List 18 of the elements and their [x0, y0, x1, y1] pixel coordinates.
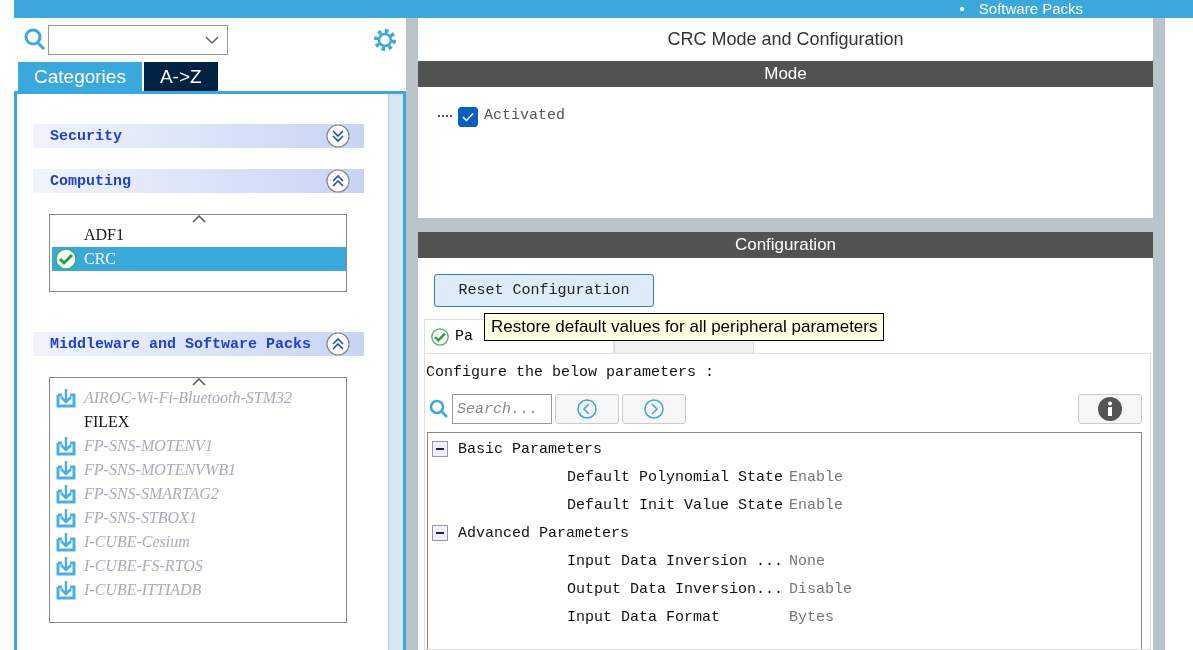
category-title: Security: [50, 127, 122, 145]
checkbox-label: Activated: [484, 107, 565, 124]
section-header: Mode: [418, 61, 1153, 87]
category-title: Middleware and Software Packs: [50, 335, 312, 353]
parameter-name: Default Polynomial State: [567, 468, 785, 486]
parameter-name: Input Data Inversion ...: [567, 552, 785, 570]
bullet: •: [959, 0, 965, 18]
parameter-name: Input Data Format: [567, 608, 722, 626]
tooltip: Restore default values for all peripheral parameters: [484, 313, 885, 341]
group-title: Advanced Parameters: [458, 524, 630, 542]
panel-title: CRC Mode and Configuration: [666, 28, 905, 51]
parameter-name: Default Init Value State: [567, 496, 785, 514]
section-header: Configuration: [418, 232, 1153, 258]
parameter-name: Output Data Inversion...: [567, 580, 785, 598]
instruction-text: Configure the below parameters :: [425, 364, 716, 383]
group-title: Basic Parameters: [458, 440, 603, 458]
top-bar-title: Software Packs: [978, 0, 1083, 18]
category-title: Computing: [50, 172, 131, 190]
